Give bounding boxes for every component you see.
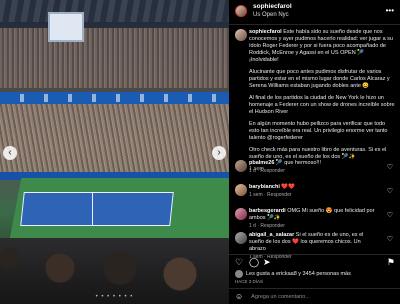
comment-meta[interactable]: 1 d · Responder [249, 168, 379, 175]
heart-icon[interactable]: ♡ [387, 235, 393, 243]
list-item: abigail_a_salazar Si el sueño es de uno,… [235, 232, 395, 260]
caption-paragraph-5: Otro check más para nuestro libro de ave… [249, 147, 387, 160]
more-dots-icon[interactable]: ••• [386, 6, 394, 15]
likes-text: Les gusta a erickaa8 y 3454 personas más [246, 271, 351, 277]
post-actions: ♡ ◯ ➤ ⚑ [235, 257, 395, 269]
post-panel: sophiecfarol Us Open Nyc ••• sophiecfaro… [229, 0, 400, 304]
actions-divider [229, 254, 400, 255]
comment-username[interactable]: barbesgerardi [249, 208, 286, 214]
list-item: pbalme26 🎾 que hermoso!!! 1 d · Responde… [235, 160, 395, 184]
comment-username[interactable]: barybianchi [249, 184, 280, 190]
header-username[interactable]: sophiecfarol [253, 2, 292, 11]
likes-summary[interactable]: Les gusta a erickaa8 y 3454 personas más [235, 270, 395, 278]
tennis-court [20, 192, 174, 226]
comment-icon[interactable]: ◯ [249, 257, 259, 268]
caption-paragraph-3: Al final de los partidos la ciudad de Ne… [249, 95, 395, 115]
comment-input-bar: ☺ Agrega un comentario... [229, 288, 400, 304]
court-net [92, 192, 93, 226]
heart-icon[interactable]: ♡ [387, 187, 393, 195]
avatar [235, 270, 243, 278]
scoreboard [48, 12, 84, 42]
prev-photo-icon[interactable]: ‹ [3, 146, 17, 160]
caption-paragraph-2: Alucinante que poco antes pudimos disfru… [249, 69, 390, 89]
avatar[interactable] [235, 5, 247, 17]
comment-username[interactable]: pbalme26 [249, 160, 274, 166]
upper-stands [0, 28, 229, 88]
comment-input[interactable]: Agrega un comentario... [251, 294, 310, 300]
avatar[interactable] [235, 184, 247, 196]
header-divider [229, 24, 400, 25]
comment-username[interactable]: abigail_a_salazar [249, 232, 294, 238]
avatar[interactable] [235, 232, 247, 244]
caption-avatar[interactable] [235, 29, 247, 41]
post-date: HACE 3 DÍAS [235, 279, 264, 284]
bookmark-icon[interactable]: ⚑ [387, 257, 395, 268]
caption-username[interactable]: sophiecfarol [249, 29, 282, 35]
header-location[interactable]: Us Open Nyc [253, 11, 292, 20]
stadium-roof [0, 0, 229, 22]
emoji-icon[interactable]: ☺ [235, 292, 243, 301]
comments-list: pbalme26 🎾 que hermoso!!! 1 d · Responde… [235, 160, 395, 260]
comment-text: ❤️❤️ [281, 184, 296, 190]
stadium-ring-text [0, 94, 229, 102]
post-header: sophiecfarol Us Open Nyc ••• [229, 0, 400, 22]
post-photo[interactable]: ‹ › • • • • • • • [0, 0, 229, 304]
comment-meta[interactable]: 1 d · Responder [249, 223, 379, 230]
heart-icon[interactable]: ♡ [235, 257, 243, 268]
share-icon[interactable]: ➤ [263, 257, 271, 268]
carousel-dots: • • • • • • • [95, 294, 134, 300]
heart-icon[interactable]: ♡ [387, 211, 393, 219]
comment-text: 🎾 que hermoso!!! [275, 160, 321, 166]
caption-paragraph-4: En algún momento hubo pellizco para veri… [249, 121, 388, 141]
list-item: barbesgerardi OMG Mi sueño 😍 que felicid… [235, 208, 395, 232]
next-photo-icon[interactable]: › [212, 146, 226, 160]
list-item: barybianchi ❤️❤️ 1 sem · Responder ♡ [235, 184, 395, 208]
avatar[interactable] [235, 208, 247, 220]
avatar[interactable] [235, 160, 247, 172]
comment-meta[interactable]: 1 sem · Responder [249, 192, 379, 199]
post-caption: sophiecfarol Este había sido su sueño de… [249, 29, 395, 173]
middle-stands [0, 104, 229, 174]
heart-icon[interactable]: ♡ [387, 163, 393, 171]
